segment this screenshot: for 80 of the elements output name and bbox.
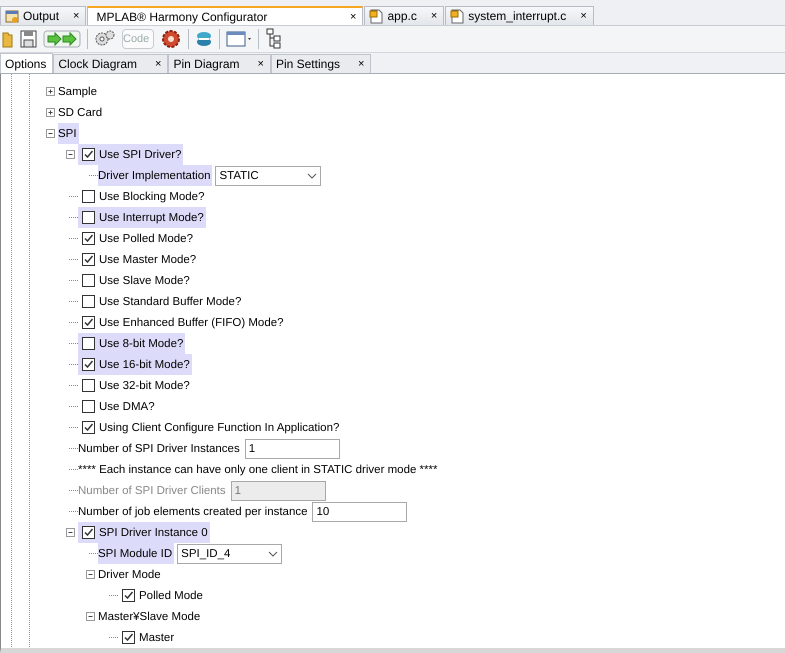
checkbox-label: Use 16-bit Mode? (99, 358, 190, 370)
close-tab-button[interactable]: × (570, 10, 587, 22)
checkbox-label: Use 32-bit Mode? (99, 380, 190, 392)
config-tab[interactable]: Clock Diagram × (53, 54, 168, 73)
editor-tab[interactable]: app.c × (364, 6, 444, 25)
checkbox[interactable] (82, 232, 95, 245)
checkbox-label: SPI Driver Instance 0 (99, 526, 208, 538)
config-tab[interactable]: Pin Settings × (270, 54, 372, 73)
checkbox[interactable] (82, 316, 95, 329)
input-field[interactable]: 1 (244, 438, 340, 458)
option-label: SPI Module ID (98, 548, 172, 560)
editor-tab[interactable]: system_interrupt.c × (445, 6, 594, 25)
editor-tab[interactable]: MPLAB® Harmony Configurator × (87, 6, 364, 25)
checkbox-label: Polled Mode (139, 590, 203, 602)
checkbox[interactable] (82, 190, 95, 203)
option-label: Number of SPI Driver Clients (78, 484, 226, 496)
database-icon (195, 29, 214, 49)
checkbox-label: Use Enhanced Buffer (FIFO) Mode? (99, 316, 284, 328)
checkbox-label: Master (139, 632, 174, 644)
checkbox[interactable] (122, 631, 135, 644)
checkbox-label: Use Blocking Mode? (99, 190, 204, 202)
checkbox[interactable] (82, 274, 95, 287)
tab-label: app.c (387, 9, 417, 23)
checkbox-label: Use Slave Mode? (99, 274, 190, 286)
input-field[interactable]: 10 (312, 502, 408, 522)
tab-label: MPLAB® Harmony Configurator (96, 10, 268, 24)
arrow-buttons-icon (43, 29, 81, 49)
checkbox-label: Use SPI Driver? (99, 148, 182, 160)
checkbox-label: Use Polled Mode? (99, 232, 193, 244)
checkbox[interactable] (82, 211, 95, 224)
checkbox[interactable] (82, 400, 95, 413)
checkbox[interactable] (82, 358, 95, 371)
editor-tab[interactable]: Output × (0, 6, 86, 25)
checkbox-label: Using Client Configure Function In Application? (99, 422, 340, 434)
tab-label: system_interrupt.c (468, 9, 566, 23)
source-file-icon (369, 8, 384, 24)
checkbox[interactable] (82, 295, 95, 308)
checkbox[interactable] (82, 148, 95, 161)
tree-node-label[interactable]: Sample (58, 86, 97, 98)
checkbox-label: Use Master Mode? (99, 254, 196, 266)
dropdown[interactable]: STATIC (215, 166, 322, 186)
checkbox[interactable] (82, 379, 95, 392)
checkbox-label: Use DMA? (99, 400, 155, 412)
tree-node-label[interactable]: Master¥Slave Mode (98, 610, 200, 622)
output-window-icon (5, 8, 19, 24)
close-tab-button[interactable]: × (63, 10, 80, 22)
info-note: **** Each instance can have only one client in STATIC driver mode **** (78, 464, 438, 476)
close-tab-button[interactable]: × (340, 58, 364, 70)
tab-label: Output (23, 9, 60, 23)
window-dropdown-icon (226, 29, 252, 49)
checkbox[interactable] (82, 253, 95, 266)
option-label: Driver Implementation (98, 170, 210, 182)
option-label: Number of SPI Driver Instances (78, 442, 240, 454)
close-tab-button[interactable]: × (240, 58, 264, 70)
checkbox[interactable] (82, 526, 95, 539)
option-label: Number of job elements created per instance (78, 506, 308, 518)
tree-node-label[interactable]: SPI (58, 128, 77, 140)
chevron-down-icon (307, 172, 318, 178)
config-tab[interactable]: Pin Diagram × (168, 54, 271, 73)
checkbox[interactable] (122, 589, 135, 602)
tree-node-label[interactable]: Driver Mode (98, 568, 161, 580)
checkbox-label: Use 8-bit Mode? (99, 338, 184, 350)
close-tab-button[interactable]: × (340, 10, 356, 22)
tab-label: Clock Diagram (58, 57, 138, 71)
dropdown[interactable]: SPI_ID_4 (177, 544, 282, 564)
close-tab-button[interactable]: × (137, 58, 162, 70)
checkbox[interactable] (82, 337, 95, 350)
tab-label: Pin Diagram (173, 57, 240, 71)
checkbox[interactable] (82, 421, 95, 434)
tree-node-label[interactable]: SD Card (58, 106, 102, 118)
chevron-down-icon (268, 550, 278, 556)
tab-label: Pin Settings (276, 57, 340, 71)
gear-icon (160, 29, 182, 49)
config-tab[interactable]: Options (0, 53, 54, 73)
source-file-icon (450, 8, 464, 24)
save-icon (20, 30, 37, 48)
tab-label: Options (5, 56, 46, 70)
checkbox-label: Use Interrupt Mode? (99, 212, 204, 224)
checkbox-label: Use Standard Buffer Mode? (99, 296, 242, 308)
close-tab-button[interactable]: × (420, 10, 438, 22)
